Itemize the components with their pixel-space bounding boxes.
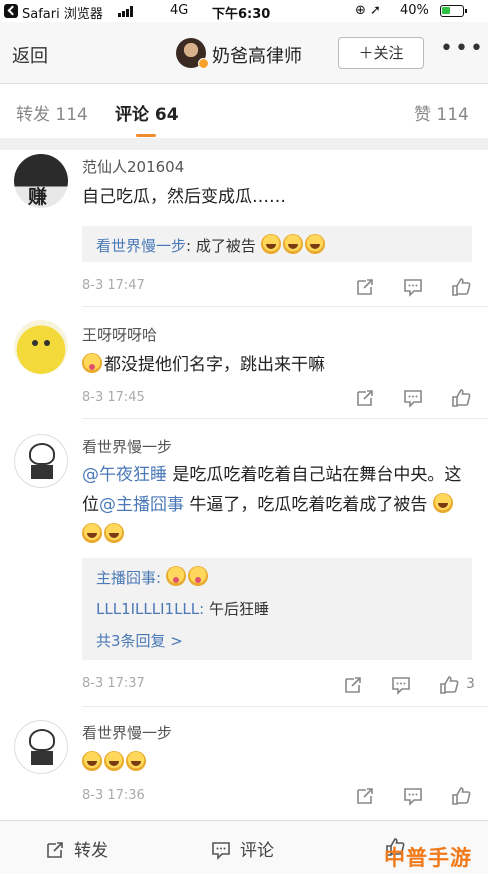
status-bar: Safari 浏览器 4G 下午6:30 ⊕ ➚ 40% bbox=[0, 0, 488, 22]
reply-text: 午后狂睡 bbox=[204, 600, 269, 618]
reply-text: : 成了被告 bbox=[186, 237, 256, 255]
reply-author[interactable]: 看世界慢一步 bbox=[96, 237, 186, 255]
like-icon[interactable] bbox=[450, 276, 472, 298]
bottom-repost-label: 转发 bbox=[74, 841, 108, 861]
comment-text-line bbox=[82, 748, 472, 778]
comment-actions bbox=[354, 387, 472, 409]
repost-icon[interactable] bbox=[354, 387, 376, 409]
author-name[interactable]: 奶爸高律师 bbox=[212, 42, 302, 68]
avatar-body-icon bbox=[31, 751, 53, 765]
comment-text: 自己吃瓜，然后变成瓜…… bbox=[82, 187, 286, 207]
tab-repost[interactable]: 转发 114 bbox=[16, 100, 88, 125]
active-tab-indicator bbox=[136, 134, 156, 137]
reply-author[interactable]: 主播囧事: bbox=[96, 569, 161, 587]
comment-icon bbox=[212, 842, 230, 860]
verified-badge-icon bbox=[198, 58, 209, 69]
reply-preview[interactable]: 主播囧事: LLL1ILLLI1LLL: 午后狂睡 共3条回复 > bbox=[82, 558, 472, 660]
like-icon[interactable] bbox=[450, 785, 472, 807]
comment-time: 8-3 17:45 bbox=[82, 390, 145, 405]
carrier-label: Safari 浏览器 bbox=[22, 7, 103, 22]
orientation-lock-icon: ⊕ ➚ bbox=[355, 3, 381, 18]
comment-time: 8-3 17:47 bbox=[82, 278, 145, 293]
bottom-repost-button[interactable]: 转发 bbox=[44, 836, 108, 861]
tab-bar: 转发 114 评论 64 赞 114 bbox=[0, 84, 488, 138]
reply-author[interactable]: LLL1ILLLI1LLL: bbox=[96, 600, 204, 618]
laugh-emoji-icon bbox=[282, 234, 303, 254]
bottom-comment-label: 评论 bbox=[240, 841, 274, 861]
bottom-comment-button[interactable]: 评论 bbox=[210, 836, 274, 861]
reply-line: 主播囧事: bbox=[96, 566, 210, 588]
comment-actions bbox=[354, 276, 472, 298]
reply-line: 看世界慢一步: 成了被告 bbox=[96, 234, 327, 256]
comment-username[interactable]: 王呀呀呀哈 bbox=[82, 324, 157, 345]
reply-preview[interactable]: 看世界慢一步: 成了被告 bbox=[82, 226, 472, 262]
comment-username[interactable]: 看世界慢一步 bbox=[82, 436, 172, 457]
tongue-emoji-icon bbox=[165, 566, 186, 586]
comment-actions: 3 bbox=[342, 674, 475, 696]
like-count: 3 bbox=[466, 676, 475, 692]
signal-icon bbox=[118, 6, 134, 17]
laugh-emoji-icon bbox=[260, 234, 281, 254]
network-label: 4G bbox=[170, 3, 189, 18]
battery-percent: 40% bbox=[400, 3, 429, 18]
laugh-emoji-icon bbox=[82, 751, 102, 771]
comment-text-line: 都没提他们名字，跳出来干嘛 bbox=[82, 350, 472, 380]
repost-icon[interactable] bbox=[354, 785, 376, 807]
tongue-emoji-icon bbox=[82, 353, 102, 373]
nav-bar: 返回 奶爸高律师 ＋关注 ••• bbox=[0, 22, 488, 84]
comment-username[interactable]: 看世界慢一步 bbox=[82, 722, 172, 743]
laugh-emoji-icon bbox=[82, 523, 102, 543]
like-icon[interactable] bbox=[450, 387, 472, 409]
divider bbox=[82, 306, 488, 307]
laugh-emoji-icon bbox=[432, 493, 453, 513]
mention-link[interactable]: @午夜狂睡 bbox=[82, 465, 167, 485]
laugh-emoji-icon bbox=[104, 751, 124, 771]
comment-icon[interactable] bbox=[390, 674, 412, 696]
repost-icon bbox=[47, 842, 63, 858]
mention-link[interactable]: @主播囧事 bbox=[99, 495, 184, 515]
battery-icon bbox=[440, 5, 467, 17]
laugh-emoji-icon bbox=[104, 523, 124, 543]
tab-likes[interactable]: 赞 114 bbox=[414, 100, 469, 125]
avatar[interactable] bbox=[14, 720, 68, 774]
avatar-cartoon-icon bbox=[29, 729, 55, 751]
more-options-button[interactable]: ••• bbox=[440, 36, 485, 61]
avatar[interactable] bbox=[14, 434, 68, 488]
back-to-app-icon[interactable] bbox=[4, 4, 18, 18]
comment-time: 8-3 17:37 bbox=[82, 676, 145, 691]
comment-text: @午夜狂睡 是吃瓜吃着吃着自己站在舞台中央。这位@主播囧事 牛逼了，吃瓜吃着吃着… bbox=[82, 460, 472, 550]
tab-comments[interactable]: 评论 64 bbox=[115, 100, 179, 125]
tongue-emoji-icon bbox=[187, 566, 208, 586]
reply-line: LLL1ILLLI1LLL: 午后狂睡 bbox=[96, 598, 269, 619]
repost-icon[interactable] bbox=[354, 276, 376, 298]
divider bbox=[0, 138, 488, 150]
avatar[interactable]: 赚 bbox=[14, 154, 68, 208]
comment-time: 8-3 17:36 bbox=[82, 788, 145, 803]
avatar-face-icon bbox=[32, 340, 38, 346]
more-replies-link[interactable]: 共3条回复 > bbox=[96, 630, 183, 651]
comment-actions bbox=[354, 785, 472, 807]
repost-icon[interactable] bbox=[342, 674, 364, 696]
avatar[interactable] bbox=[14, 320, 68, 374]
follow-button[interactable]: ＋关注 bbox=[338, 37, 424, 69]
comment-icon[interactable] bbox=[402, 785, 424, 807]
divider bbox=[82, 706, 488, 707]
like-icon[interactable]: 3 bbox=[438, 674, 475, 696]
clock: 下午6:30 bbox=[212, 7, 271, 22]
laugh-emoji-icon bbox=[126, 751, 146, 771]
avatar-body-icon bbox=[31, 465, 53, 479]
avatar-cartoon-icon bbox=[29, 443, 55, 465]
laugh-emoji-icon bbox=[304, 234, 325, 254]
divider bbox=[82, 418, 488, 419]
comment-text: 都没提他们名字，跳出来干嘛 bbox=[104, 355, 325, 375]
comment-text-part: 牛逼了，吃瓜吃着吃着成了被告 bbox=[184, 495, 428, 515]
comment-icon[interactable] bbox=[402, 276, 424, 298]
watermark-logo: 中普手游网 bbox=[384, 846, 472, 870]
comment-username[interactable]: 范仙人201604 bbox=[82, 156, 184, 177]
comment-icon[interactable] bbox=[402, 387, 424, 409]
avatar-text: 赚 bbox=[28, 186, 48, 208]
back-button[interactable]: 返回 bbox=[12, 42, 48, 68]
